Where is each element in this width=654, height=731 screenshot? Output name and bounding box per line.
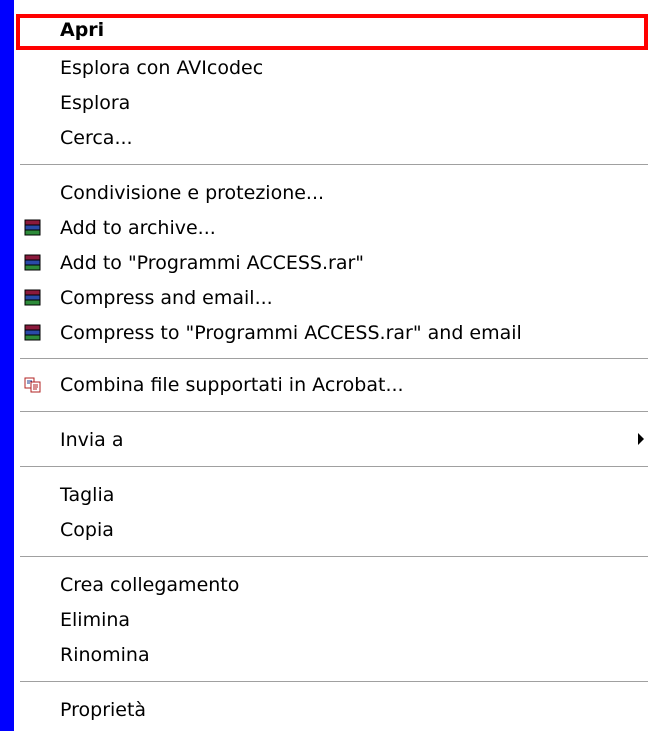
menu-separator <box>20 358 648 360</box>
menu-separator <box>20 556 648 558</box>
menu-separator <box>20 681 648 683</box>
menu-item-apri[interactable]: Apri <box>14 14 654 50</box>
menu-item-add-to-archive[interactable]: Add to archive... <box>14 212 654 246</box>
menu-item-combina-acrobat[interactable]: Combina file supportati in Acrobat... <box>14 369 654 403</box>
selection-highlight <box>16 14 648 50</box>
menu-item-label: Add to archive... <box>60 217 216 239</box>
winrar-icon <box>24 289 41 306</box>
context-menu: Apri Esplora con AVIcodec Esplora Cerca.… <box>14 0 654 731</box>
menu-item-invia-a[interactable]: Invia a <box>14 424 654 458</box>
menu-item-label: Taglia <box>60 484 115 506</box>
menu-item-label: Rinomina <box>60 644 150 666</box>
winrar-icon <box>24 254 41 271</box>
menu-separator <box>20 466 648 468</box>
winrar-icon <box>24 324 41 341</box>
menu-item-label: Invia a <box>60 429 124 451</box>
menu-item-compress-rar-email[interactable]: Compress to "Programmi ACCESS.rar" and e… <box>14 317 654 351</box>
menu-item-esplora-avicodec[interactable]: Esplora con AVIcodec <box>14 52 654 86</box>
winrar-icon <box>24 219 41 236</box>
menu-item-label: Add to "Programmi ACCESS.rar" <box>60 252 365 274</box>
menu-item-label: Proprietà <box>60 699 147 721</box>
menu-item-label: Apri <box>60 19 105 41</box>
submenu-arrow-icon <box>638 433 644 445</box>
menu-item-crea-collegamento[interactable]: Crea collegamento <box>14 569 654 603</box>
menu-item-cerca[interactable]: Cerca... <box>14 122 654 156</box>
menu-item-label: Combina file supportati in Acrobat... <box>60 374 404 396</box>
menu-item-label: Esplora con AVIcodec <box>60 57 264 79</box>
menu-separator <box>20 411 648 413</box>
menu-item-condivisione[interactable]: Condivisione e protezione... <box>14 177 654 211</box>
menu-item-rinomina[interactable]: Rinomina <box>14 639 654 673</box>
menu-item-label: Elimina <box>60 609 131 631</box>
menu-item-esplora[interactable]: Esplora <box>14 87 654 121</box>
menu-item-label: Cerca... <box>60 127 133 149</box>
menu-item-label: Esplora <box>60 92 131 114</box>
menu-separator <box>20 164 648 166</box>
menu-item-add-to-rar[interactable]: Add to "Programmi ACCESS.rar" <box>14 247 654 281</box>
menu-item-label: Compress to "Programmi ACCESS.rar" and e… <box>60 322 522 344</box>
menu-item-copia[interactable]: Copia <box>14 514 654 548</box>
menu-item-label: Crea collegamento <box>60 574 240 596</box>
menu-item-elimina[interactable]: Elimina <box>14 604 654 638</box>
menu-item-compress-email[interactable]: Compress and email... <box>14 282 654 316</box>
menu-item-label: Compress and email... <box>60 287 273 309</box>
menu-item-label: Copia <box>60 519 114 541</box>
menu-item-proprieta[interactable]: Proprietà <box>14 694 654 728</box>
menu-item-taglia[interactable]: Taglia <box>14 479 654 513</box>
acrobat-combine-icon <box>24 377 41 393</box>
menu-item-label: Condivisione e protezione... <box>60 182 325 204</box>
